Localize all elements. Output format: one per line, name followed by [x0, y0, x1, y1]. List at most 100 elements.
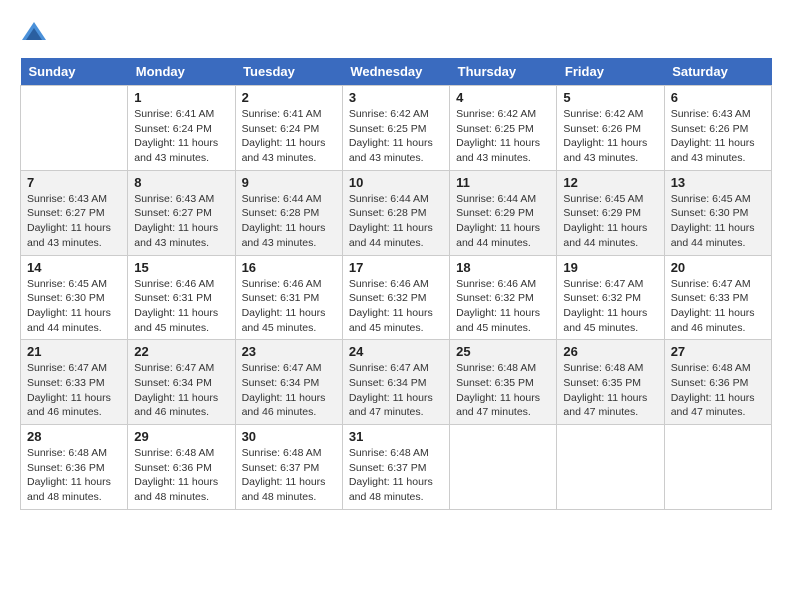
calendar-cell: 6 Sunrise: 6:43 AMSunset: 6:26 PMDaylight… — [664, 86, 771, 171]
day-info: Sunrise: 6:48 AMSunset: 6:35 PMDaylight:… — [563, 361, 657, 420]
week-row-1: 1 Sunrise: 6:41 AMSunset: 6:24 PMDaylight… — [21, 86, 772, 171]
day-number: 16 — [242, 260, 336, 275]
day-info: Sunrise: 6:42 AMSunset: 6:25 PMDaylight:… — [349, 107, 443, 166]
day-number: 29 — [134, 429, 228, 444]
day-number: 28 — [27, 429, 121, 444]
day-info: Sunrise: 6:44 AMSunset: 6:28 PMDaylight:… — [242, 192, 336, 251]
day-info: Sunrise: 6:47 AMSunset: 6:34 PMDaylight:… — [134, 361, 228, 420]
calendar-cell: 10Sunrise: 6:44 AMSunset: 6:28 PMDayligh… — [342, 170, 449, 255]
day-of-week-saturday: Saturday — [664, 58, 771, 86]
day-info: Sunrise: 6:44 AMSunset: 6:29 PMDaylight:… — [456, 192, 550, 251]
day-info: Sunrise: 6:48 AMSunset: 6:36 PMDaylight:… — [134, 446, 228, 505]
day-number: 25 — [456, 344, 550, 359]
day-of-week-sunday: Sunday — [21, 58, 128, 86]
day-info: Sunrise: 6:41 AMSunset: 6:24 PMDaylight:… — [134, 107, 228, 166]
calendar-cell — [450, 425, 557, 510]
day-info: Sunrise: 6:46 AMSunset: 6:32 PMDaylight:… — [349, 277, 443, 336]
day-number: 8 — [134, 175, 228, 190]
day-number: 15 — [134, 260, 228, 275]
calendar-cell: 18 Sunrise: 6:46 AMSunset: 6:32 PMDayligh… — [450, 255, 557, 340]
day-number: 18 — [456, 260, 550, 275]
calendar-cell: 3 Sunrise: 6:42 AMSunset: 6:25 PMDaylight… — [342, 86, 449, 171]
day-info: Sunrise: 6:45 AMSunset: 6:30 PMDaylight:… — [671, 192, 765, 251]
calendar-cell: 22 Sunrise: 6:47 AMSunset: 6:34 PMDayligh… — [128, 340, 235, 425]
day-info: Sunrise: 6:46 AMSunset: 6:32 PMDaylight:… — [456, 277, 550, 336]
day-number: 24 — [349, 344, 443, 359]
calendar-cell: 15 Sunrise: 6:46 AMSunset: 6:31 PMDayligh… — [128, 255, 235, 340]
day-number: 6 — [671, 90, 765, 105]
day-info: Sunrise: 6:47 AMSunset: 6:33 PMDaylight:… — [27, 361, 121, 420]
day-of-week-monday: Monday — [128, 58, 235, 86]
day-info: Sunrise: 6:48 AMSunset: 6:36 PMDaylight:… — [27, 446, 121, 505]
calendar-cell: 21 Sunrise: 6:47 AMSunset: 6:33 PMDayligh… — [21, 340, 128, 425]
day-info: Sunrise: 6:43 AMSunset: 6:26 PMDaylight:… — [671, 107, 765, 166]
day-info: Sunrise: 6:47 AMSunset: 6:32 PMDaylight:… — [563, 277, 657, 336]
day-number: 1 — [134, 90, 228, 105]
calendar-cell: 14Sunrise: 6:45 AMSunset: 6:30 PMDayligh… — [21, 255, 128, 340]
day-number: 31 — [349, 429, 443, 444]
day-number: 9 — [242, 175, 336, 190]
day-info: Sunrise: 6:48 AMSunset: 6:37 PMDaylight:… — [349, 446, 443, 505]
day-info: Sunrise: 6:48 AMSunset: 6:37 PMDaylight:… — [242, 446, 336, 505]
calendar-cell: 26Sunrise: 6:48 AMSunset: 6:35 PMDayligh… — [557, 340, 664, 425]
day-info: Sunrise: 6:47 AMSunset: 6:34 PMDaylight:… — [242, 361, 336, 420]
calendar-cell: 7 Sunrise: 6:43 AMSunset: 6:27 PMDaylight… — [21, 170, 128, 255]
day-info: Sunrise: 6:43 AMSunset: 6:27 PMDaylight:… — [134, 192, 228, 251]
day-number: 2 — [242, 90, 336, 105]
day-number: 7 — [27, 175, 121, 190]
day-number: 11 — [456, 175, 550, 190]
calendar-cell — [664, 425, 771, 510]
day-number: 19 — [563, 260, 657, 275]
calendar-cell — [21, 86, 128, 171]
week-row-3: 14Sunrise: 6:45 AMSunset: 6:30 PMDayligh… — [21, 255, 772, 340]
day-number: 3 — [349, 90, 443, 105]
day-number: 4 — [456, 90, 550, 105]
calendar-cell: 25 Sunrise: 6:48 AMSunset: 6:35 PMDayligh… — [450, 340, 557, 425]
day-number: 23 — [242, 344, 336, 359]
calendar-cell: 24 Sunrise: 6:47 AMSunset: 6:34 PMDayligh… — [342, 340, 449, 425]
calendar-cell: 19 Sunrise: 6:47 AMSunset: 6:32 PMDayligh… — [557, 255, 664, 340]
calendar-cell: 27Sunrise: 6:48 AMSunset: 6:36 PMDayligh… — [664, 340, 771, 425]
calendar-cell: 30 Sunrise: 6:48 AMSunset: 6:37 PMDayligh… — [235, 425, 342, 510]
day-info: Sunrise: 6:47 AMSunset: 6:34 PMDaylight:… — [349, 361, 443, 420]
day-of-week-tuesday: Tuesday — [235, 58, 342, 86]
calendar-cell: 31 Sunrise: 6:48 AMSunset: 6:37 PMDayligh… — [342, 425, 449, 510]
calendar-cell: 8 Sunrise: 6:43 AMSunset: 6:27 PMDaylight… — [128, 170, 235, 255]
day-number: 21 — [27, 344, 121, 359]
day-number: 20 — [671, 260, 765, 275]
day-info: Sunrise: 6:42 AMSunset: 6:26 PMDaylight:… — [563, 107, 657, 166]
calendar-cell: 17 Sunrise: 6:46 AMSunset: 6:32 PMDayligh… — [342, 255, 449, 340]
day-info: Sunrise: 6:43 AMSunset: 6:27 PMDaylight:… — [27, 192, 121, 251]
day-number: 17 — [349, 260, 443, 275]
calendar-header: SundayMondayTuesdayWednesdayThursdayFrid… — [21, 58, 772, 86]
week-row-2: 7 Sunrise: 6:43 AMSunset: 6:27 PMDaylight… — [21, 170, 772, 255]
calendar-cell: 29 Sunrise: 6:48 AMSunset: 6:36 PMDayligh… — [128, 425, 235, 510]
day-info: Sunrise: 6:46 AMSunset: 6:31 PMDaylight:… — [134, 277, 228, 336]
day-number: 22 — [134, 344, 228, 359]
calendar-cell: 5 Sunrise: 6:42 AMSunset: 6:26 PMDaylight… — [557, 86, 664, 171]
calendar-header-row: SundayMondayTuesdayWednesdayThursdayFrid… — [21, 58, 772, 86]
day-number: 5 — [563, 90, 657, 105]
week-row-4: 21 Sunrise: 6:47 AMSunset: 6:33 PMDayligh… — [21, 340, 772, 425]
day-info: Sunrise: 6:48 AMSunset: 6:35 PMDaylight:… — [456, 361, 550, 420]
calendar-cell: 28 Sunrise: 6:48 AMSunset: 6:36 PMDayligh… — [21, 425, 128, 510]
calendar-cell: 1 Sunrise: 6:41 AMSunset: 6:24 PMDaylight… — [128, 86, 235, 171]
day-info: Sunrise: 6:41 AMSunset: 6:24 PMDaylight:… — [242, 107, 336, 166]
day-info: Sunrise: 6:45 AMSunset: 6:29 PMDaylight:… — [563, 192, 657, 251]
day-of-week-wednesday: Wednesday — [342, 58, 449, 86]
week-row-5: 28 Sunrise: 6:48 AMSunset: 6:36 PMDayligh… — [21, 425, 772, 510]
day-info: Sunrise: 6:45 AMSunset: 6:30 PMDaylight:… — [27, 277, 121, 336]
logo-icon — [20, 20, 48, 48]
calendar-cell: 13 Sunrise: 6:45 AMSunset: 6:30 PMDayligh… — [664, 170, 771, 255]
calendar-cell: 9 Sunrise: 6:44 AMSunset: 6:28 PMDaylight… — [235, 170, 342, 255]
day-number: 13 — [671, 175, 765, 190]
logo — [20, 20, 52, 48]
calendar-cell — [557, 425, 664, 510]
day-number: 30 — [242, 429, 336, 444]
day-number: 27 — [671, 344, 765, 359]
page-header — [20, 20, 772, 48]
calendar-cell: 16Sunrise: 6:46 AMSunset: 6:31 PMDayligh… — [235, 255, 342, 340]
day-info: Sunrise: 6:44 AMSunset: 6:28 PMDaylight:… — [349, 192, 443, 251]
day-of-week-friday: Friday — [557, 58, 664, 86]
calendar-cell: 2 Sunrise: 6:41 AMSunset: 6:24 PMDaylight… — [235, 86, 342, 171]
